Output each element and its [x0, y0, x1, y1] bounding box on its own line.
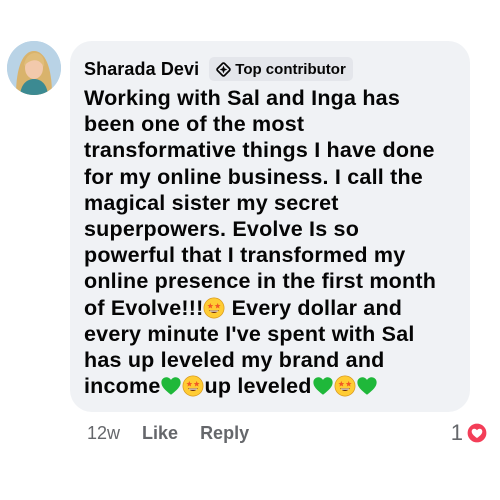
comment-line: every minute I've spent with Sal	[84, 321, 415, 346]
avatar[interactable]	[7, 41, 61, 95]
green-heart-icon	[161, 377, 182, 395]
author-name[interactable]: Sharada Devi	[84, 59, 199, 80]
comment-header: Sharada Devi Top contributor	[84, 55, 456, 83]
star-struck-emoji-icon	[183, 375, 204, 397]
comment-age[interactable]: 12w	[87, 423, 120, 444]
green-heart-icon	[357, 377, 377, 395]
green-heart-icon	[313, 377, 333, 395]
badge-label: Top contributor	[235, 60, 346, 78]
top-contributor-badge[interactable]: Top contributor	[209, 57, 353, 81]
comment-line: has up leveled my brand and	[84, 348, 385, 373]
star-struck-emoji-icon	[204, 297, 225, 319]
reply-button[interactable]: Reply	[200, 423, 249, 444]
comment-line: online presence in the first month	[84, 269, 437, 294]
comment-line: for my online business. I call the	[84, 164, 423, 189]
comment-line: of Evolve!!! Every dollar and	[84, 295, 456, 321]
comment-line: transformative things I have done	[84, 138, 435, 163]
comment-line: income up leveled	[84, 373, 456, 399]
comment-line: Working with Sal and Inga has	[84, 86, 400, 110]
comment-bubble: Sharada Devi Top contributor Working wit…	[70, 41, 470, 412]
like-button[interactable]: Like	[142, 423, 178, 444]
contributor-icon	[216, 61, 232, 77]
comment-line: magical sister my secret	[84, 190, 339, 215]
comment-line-text: income	[84, 374, 161, 399]
comment-line: been one of the most	[84, 112, 305, 137]
comment-line-text: up leveled	[204, 374, 312, 399]
comment-line: superpowers. Evolve Is so	[84, 217, 360, 242]
reaction-summary[interactable]: 1	[451, 420, 488, 446]
comment-actions: 12w Like Reply	[87, 423, 249, 444]
comment-line: powerful that I transformed my	[84, 243, 406, 268]
heart-reaction-icon	[466, 422, 488, 444]
comment-text: Working with Sal and Inga has been one o…	[84, 85, 456, 399]
avatar-photo	[7, 41, 61, 95]
comment-line-text: Every dollar and	[225, 295, 403, 320]
star-struck-emoji-icon	[334, 375, 356, 397]
comment-line-text: of Evolve!!!	[84, 295, 204, 320]
reaction-count: 1	[450, 420, 463, 445]
